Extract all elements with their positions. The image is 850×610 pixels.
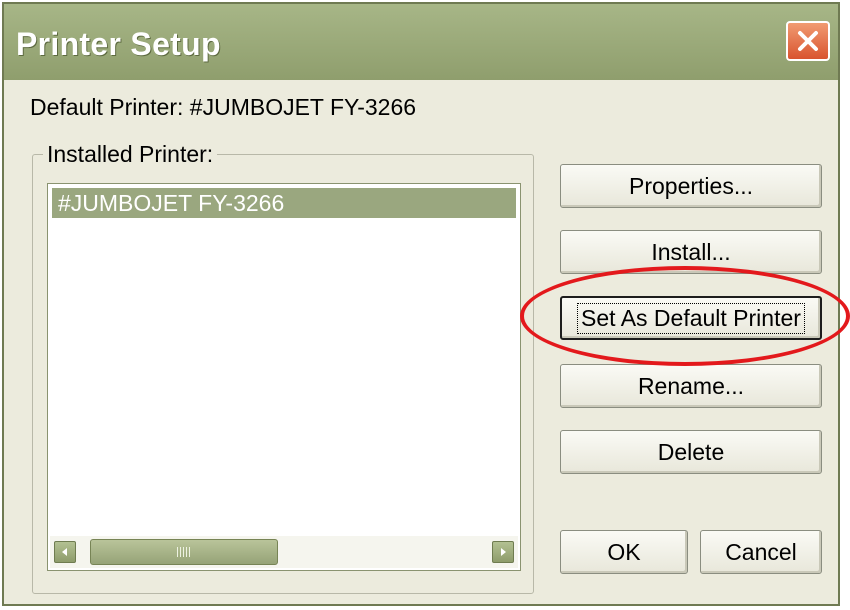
set-as-default-printer-label: Set As Default Printer xyxy=(577,302,805,334)
arrow-left-icon xyxy=(62,548,67,556)
list-item[interactable]: #JUMBOJET FY-3266 xyxy=(52,188,516,218)
set-as-default-printer-button[interactable]: Set As Default Printer xyxy=(560,296,822,340)
properties-button-label: Properties... xyxy=(629,172,753,199)
install-button-label: Install... xyxy=(651,238,731,265)
grip-icon xyxy=(177,547,191,557)
rename-button-label: Rename... xyxy=(637,372,745,399)
arrow-right-icon xyxy=(501,548,506,556)
close-button[interactable] xyxy=(786,21,830,61)
rename-button[interactable]: Rename... xyxy=(560,364,822,408)
title-bar[interactable]: Printer Setup xyxy=(4,4,838,80)
printer-setup-dialog: Printer Setup Default Printer: #JUMBOJET… xyxy=(2,2,840,606)
cancel-button-label: Cancel xyxy=(725,538,797,565)
ok-button-label: OK xyxy=(607,538,641,565)
scroll-right-button[interactable] xyxy=(492,541,514,563)
install-button[interactable]: Install... xyxy=(560,230,822,274)
delete-button-label: Delete xyxy=(657,438,725,465)
installed-printer-label: Installed Printer: xyxy=(43,141,218,168)
properties-button[interactable]: Properties... xyxy=(560,164,822,208)
delete-button[interactable]: Delete xyxy=(560,430,822,474)
window-title: Printer Setup xyxy=(16,26,221,62)
ok-button[interactable]: OK xyxy=(560,530,688,574)
scroll-left-button[interactable] xyxy=(54,541,76,563)
default-printer-label: Default Printer: #JUMBOJET FY-3266 xyxy=(30,94,417,120)
cancel-button[interactable]: Cancel xyxy=(700,530,822,574)
printer-list[interactable]: #JUMBOJET FY-3266 xyxy=(47,183,521,571)
close-icon xyxy=(798,31,818,51)
horizontal-scrollbar[interactable] xyxy=(50,536,518,568)
installed-printer-group: Installed Printer: #JUMBOJET FY-3266 xyxy=(32,141,534,594)
scroll-thumb[interactable] xyxy=(90,539,278,565)
